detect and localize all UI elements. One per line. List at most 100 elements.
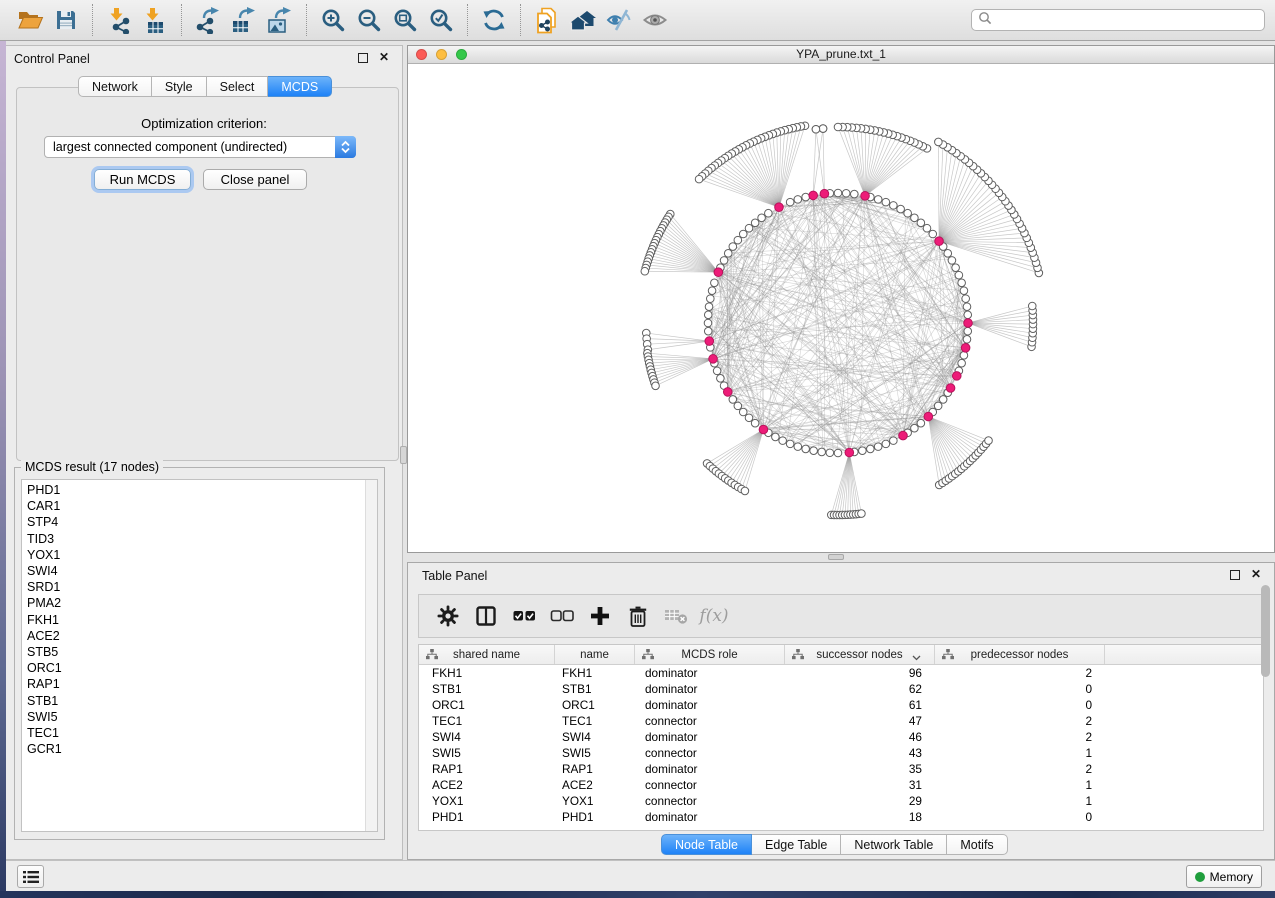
- zoom-fit-icon[interactable]: [387, 4, 423, 36]
- ring-node[interactable]: [758, 214, 766, 222]
- ring-node[interactable]: [960, 352, 968, 360]
- ring-node[interactable]: [734, 402, 742, 410]
- mcds-hub-node[interactable]: [809, 191, 818, 200]
- ring-node[interactable]: [704, 311, 712, 319]
- ring-node[interactable]: [948, 257, 956, 265]
- import-network-icon[interactable]: [101, 4, 137, 36]
- ring-node[interactable]: [911, 424, 919, 432]
- mcds-hub-node[interactable]: [861, 192, 870, 201]
- mcds-result-item[interactable]: SWI5: [27, 709, 377, 725]
- ring-node[interactable]: [713, 367, 721, 375]
- mcds-hub-node[interactable]: [820, 189, 829, 198]
- ring-node[interactable]: [711, 279, 719, 287]
- ring-node[interactable]: [842, 189, 850, 197]
- column-header-predecessor-nodes[interactable]: predecessor nodes: [935, 645, 1105, 664]
- mcds-result-item[interactable]: CAR1: [27, 498, 377, 514]
- refresh-icon[interactable]: [476, 4, 512, 36]
- mcds-hub-node[interactable]: [961, 344, 970, 353]
- tab-motifs[interactable]: Motifs: [947, 834, 1007, 855]
- network-home-icon[interactable]: [565, 4, 601, 36]
- ring-node[interactable]: [739, 230, 747, 238]
- float-window-icon[interactable]: [1230, 570, 1240, 580]
- horizontal-splitter-handle[interactable]: [828, 554, 844, 560]
- ring-node[interactable]: [734, 236, 742, 244]
- run-mcds-button[interactable]: Run MCDS: [94, 169, 191, 190]
- column-chooser-icon[interactable]: [467, 605, 505, 627]
- leaf-node[interactable]: [695, 175, 703, 183]
- column-header-mcds-role[interactable]: MCDS role: [635, 645, 785, 664]
- ring-node[interactable]: [745, 224, 753, 232]
- mcds-hub-node[interactable]: [759, 425, 768, 434]
- ring-node[interactable]: [859, 447, 867, 455]
- tab-network[interactable]: Network: [78, 76, 152, 97]
- export-image-icon[interactable]: [262, 4, 298, 36]
- close-traffic-light[interactable]: [416, 49, 427, 60]
- add-row-icon[interactable]: [581, 605, 619, 627]
- mcds-hub-node[interactable]: [964, 319, 973, 328]
- ring-node[interactable]: [794, 443, 802, 451]
- mcds-result-item[interactable]: TID3: [27, 531, 377, 547]
- network-window-titlebar[interactable]: YPA_prune.txt_1: [408, 46, 1274, 64]
- mcds-result-item[interactable]: RAP1: [27, 676, 377, 692]
- minimize-traffic-light[interactable]: [436, 49, 447, 60]
- ring-node[interactable]: [779, 437, 787, 445]
- leaf-node[interactable]: [834, 123, 842, 131]
- ring-node[interactable]: [964, 311, 972, 319]
- ring-node[interactable]: [724, 250, 732, 258]
- mcds-hub-node[interactable]: [709, 355, 718, 364]
- ring-node[interactable]: [786, 198, 794, 206]
- ring-node[interactable]: [962, 295, 970, 303]
- ring-node[interactable]: [944, 250, 952, 258]
- ring-node[interactable]: [704, 327, 712, 335]
- tab-select[interactable]: Select: [207, 76, 269, 97]
- close-panel-button[interactable]: Close panel: [203, 169, 307, 190]
- mcds-result-list[interactable]: PHD1CAR1STP4TID3YOX1SWI4SRD1PMA2FKH1ACE2…: [21, 479, 378, 832]
- zoom-in-icon[interactable]: [315, 4, 351, 36]
- table-row[interactable]: FKH1FKH1dominator962: [419, 665, 1263, 681]
- float-window-icon[interactable]: [358, 53, 368, 63]
- ring-node[interactable]: [963, 303, 971, 311]
- mcds-hub-node[interactable]: [705, 337, 714, 346]
- ring-node[interactable]: [705, 303, 713, 311]
- zoom-selected-icon[interactable]: [423, 4, 459, 36]
- table-scrollbar[interactable]: [1260, 585, 1271, 745]
- select-all-icon[interactable]: [505, 605, 543, 627]
- search-box[interactable]: [971, 9, 1265, 31]
- leaf-node[interactable]: [819, 125, 827, 133]
- close-window-icon[interactable]: ✕: [379, 50, 389, 64]
- share-document-icon[interactable]: [529, 4, 565, 36]
- delete-row-icon[interactable]: [619, 605, 657, 628]
- show-all-icon[interactable]: [637, 4, 673, 36]
- ring-node[interactable]: [882, 440, 890, 448]
- ring-node[interactable]: [826, 449, 834, 457]
- ring-node[interactable]: [810, 447, 818, 455]
- mcds-result-item[interactable]: ORC1: [27, 660, 377, 676]
- ring-node[interactable]: [923, 224, 931, 232]
- ring-node[interactable]: [794, 196, 802, 204]
- ring-node[interactable]: [751, 419, 759, 427]
- ring-node[interactable]: [874, 443, 882, 451]
- mcds-result-item[interactable]: YOX1: [27, 547, 377, 563]
- ring-node[interactable]: [729, 396, 737, 404]
- ring-node[interactable]: [834, 449, 842, 457]
- ring-node[interactable]: [834, 189, 842, 197]
- table-row[interactable]: ORC1ORC1dominator610: [419, 697, 1263, 713]
- ring-node[interactable]: [850, 190, 858, 198]
- table-scrollbar-thumb[interactable]: [1261, 585, 1270, 677]
- close-window-icon[interactable]: ✕: [1251, 567, 1261, 581]
- ring-node[interactable]: [739, 408, 747, 416]
- mcds-result-item[interactable]: PMA2: [27, 595, 377, 611]
- leaf-node[interactable]: [985, 437, 993, 445]
- ring-node[interactable]: [952, 264, 960, 272]
- hide-selected-icon[interactable]: [601, 4, 637, 36]
- mcds-result-item[interactable]: GCR1: [27, 741, 377, 757]
- ring-node[interactable]: [802, 193, 810, 201]
- mcds-result-item[interactable]: SWI4: [27, 563, 377, 579]
- ring-node[interactable]: [958, 359, 966, 367]
- ring-node[interactable]: [802, 445, 810, 453]
- ring-node[interactable]: [720, 257, 728, 265]
- ring-node[interactable]: [955, 271, 963, 279]
- column-header-successor-nodes[interactable]: successor nodes: [785, 645, 935, 664]
- mcds-hub-node[interactable]: [935, 237, 944, 246]
- tab-edge-table[interactable]: Edge Table: [752, 834, 841, 855]
